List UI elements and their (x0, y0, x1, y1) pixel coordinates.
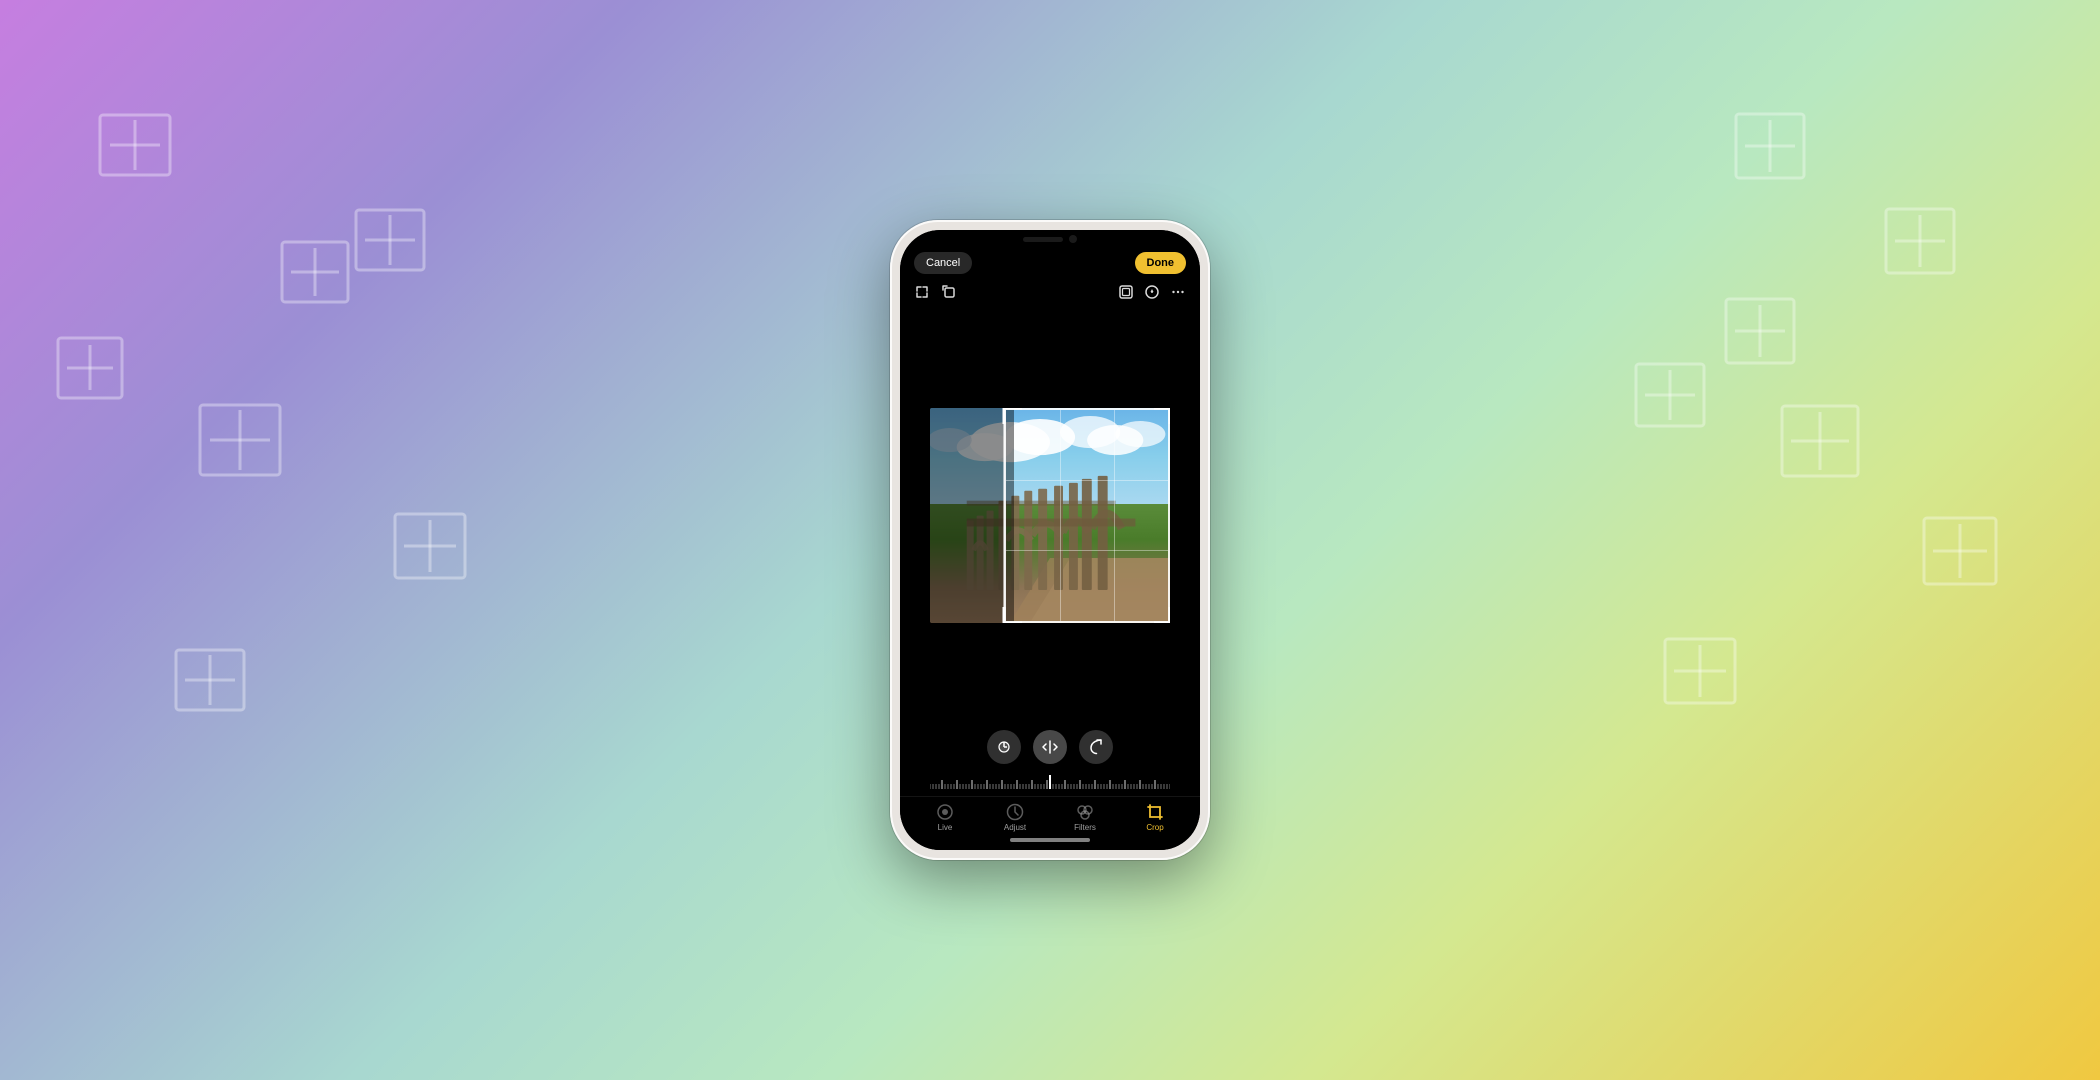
tab-live[interactable]: Live (921, 803, 969, 832)
face-id-dot (1069, 235, 1077, 243)
home-bar (1010, 838, 1090, 842)
compass-icon[interactable] (1144, 284, 1160, 300)
controls-area (900, 722, 1200, 796)
toolbar-row (900, 282, 1200, 308)
tab-crop[interactable]: Crop (1131, 803, 1179, 832)
done-button[interactable]: Done (1135, 252, 1187, 274)
toolbar-right (1118, 284, 1186, 300)
toolbar-left (914, 284, 956, 300)
adjust-icon (1006, 803, 1024, 821)
cancel-button[interactable]: Cancel (914, 252, 972, 274)
phone-frame: Cancel Done (890, 220, 1210, 860)
rotate-buttons (910, 730, 1190, 764)
dynamic-island (1005, 230, 1095, 248)
screen-content: Cancel Done (900, 230, 1200, 850)
dial-track (930, 771, 1170, 789)
photo-image (930, 408, 1170, 623)
live-icon (936, 803, 954, 821)
rotate-icon[interactable] (942, 285, 956, 299)
phone-device: Cancel Done (890, 220, 1210, 860)
tab-bar: Live Adjust (900, 796, 1200, 834)
crop-icon (1146, 803, 1164, 821)
layers-icon[interactable] (1118, 284, 1134, 300)
photo-container (930, 408, 1170, 623)
tab-adjust[interactable]: Adjust (991, 803, 1039, 832)
rotation-dial[interactable] (910, 770, 1190, 790)
more-icon[interactable] (1170, 284, 1186, 300)
adjust-label: Adjust (1004, 823, 1026, 832)
tab-filters[interactable]: Filters (1061, 803, 1109, 832)
filters-label: Filters (1074, 823, 1096, 832)
notch-pill (1023, 237, 1063, 242)
phone-screen: Cancel Done (900, 230, 1200, 850)
uncropped-overlay (930, 408, 1014, 623)
rotate-left-button[interactable] (987, 730, 1021, 764)
filters-icon (1076, 803, 1094, 821)
photo-area[interactable] (900, 308, 1200, 722)
rotate-right-button[interactable] (1079, 730, 1113, 764)
live-label: Live (938, 823, 953, 832)
flip-button[interactable] (1033, 730, 1067, 764)
aspect-ratio-icon[interactable] (914, 284, 930, 300)
home-indicator (900, 834, 1200, 850)
crop-label: Crop (1146, 823, 1163, 832)
